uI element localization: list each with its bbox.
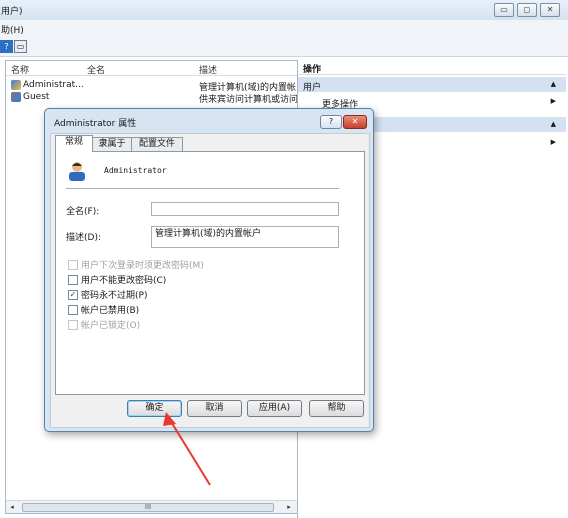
description-label: 描述(D): [66,233,101,243]
actions-section-users[interactable]: 用户 ▲ [298,77,566,93]
ok-button[interactable]: 确定 [127,400,182,417]
tab-member-of[interactable]: 隶属于 [92,137,132,151]
more-actions-item[interactable]: 更多操作 ▶ [298,95,566,110]
checkbox-label: 用户不能更改密码(C) [81,276,167,286]
menu-bar: 助(H) [0,20,568,37]
submenu-arrow-icon: ▶ [550,97,556,105]
maximize-button[interactable]: ◻ [517,3,537,17]
checkbox-box[interactable] [68,259,78,270]
main-title-bar: 用户) ▭ ◻ ✕ [0,0,568,21]
table-row[interactable]: Guest 供来宾访问计算机或访问 [6,91,297,105]
cancel-button[interactable]: 取消 [187,400,242,417]
must-change-password-checkbox[interactable]: 用户下次登录时须更改密码(M) [68,259,204,271]
username-label: Administrator [104,166,167,175]
tab-profile[interactable]: 配置文件 [131,137,183,151]
apply-button[interactable]: 应用(A) [247,400,302,417]
fullname-label: 全名(F): [66,207,100,217]
collapse-icon[interactable]: ▲ [551,80,556,88]
list-column-header: 名称 全名 描述 [6,61,297,76]
tab-panel-general: Administrator 全名(F): 描述(D): 管理计算机(域)的内置帐… [55,151,365,395]
row-name: Guest [23,92,50,102]
actions-title-label: 操作 [303,65,322,75]
tab-general[interactable]: 常规 [55,135,93,152]
guest-user-icon [11,92,21,102]
properties-dialog: Administrator 属性 ? ✕ 常规 隶属于 配置文件 Adminis… [44,108,374,432]
scroll-right-icon[interactable]: ▸ [283,501,295,513]
row-description: 供来宾访问计算机或访问 [199,95,297,105]
dialog-help-button[interactable]: ? [320,115,342,129]
help-button[interactable]: 帮助 [309,400,364,417]
cannot-change-password-checkbox[interactable]: 用户不能更改密码(C) [68,274,167,286]
column-description[interactable]: 描述 [199,63,217,76]
checkbox-box[interactable] [68,274,78,285]
submenu-arrow-icon: ▶ [550,138,556,146]
checkbox-label: 用户下次登录时须更改密码(M) [81,261,204,271]
checkbox-label: 密码永不过期(P) [81,291,148,301]
scroll-left-icon[interactable]: ◂ [6,501,18,513]
user-avatar-icon [69,162,85,181]
help-icon[interactable]: ? [0,40,13,53]
dialog-title: Administrator 属性 [54,119,137,129]
menu-help[interactable]: 助(H) [1,23,24,36]
scroll-thumb[interactable]: III [22,503,274,512]
checkbox-box[interactable] [68,304,78,315]
table-row[interactable]: Administrat... 管理计算机(域)的内置帐 [6,79,297,93]
collapse-icon[interactable]: ▲ [551,120,556,128]
row-name: Administrat... [23,80,84,90]
horizontal-scrollbar[interactable]: ◂ III ▸ [6,500,297,513]
section-users-label: 用户 [303,83,322,93]
account-disabled-checkbox[interactable]: 帐户已禁用(B) [68,304,140,316]
column-fullname[interactable]: 全名 [87,63,105,76]
actions-title: 操作 [298,60,566,75]
dialog-body: 常规 隶属于 配置文件 Administrator 全名(F): 描述(D): … [50,133,370,428]
fullname-input[interactable] [151,202,339,216]
checkbox-label: 帐户已锁定(O) [81,321,141,331]
checkbox-box[interactable] [68,319,78,330]
account-locked-checkbox[interactable]: 帐户已锁定(O) [68,319,141,331]
check-icon[interactable]: ✓ [68,289,78,300]
window-title: 用户) [1,7,23,17]
password-never-expires-checkbox[interactable]: ✓ 密码永不过期(P) [68,289,148,301]
toolbar: ? ▭ [0,36,568,57]
column-name[interactable]: 名称 [11,63,29,76]
checkbox-label: 帐户已禁用(B) [81,306,140,316]
user-icon [11,80,21,90]
show-pane-icon[interactable]: ▭ [14,40,27,53]
description-input[interactable]: 管理计算机(域)的内置帐户 [151,226,339,248]
dialog-close-button[interactable]: ✕ [343,115,367,129]
minimize-button[interactable]: ▭ [494,3,514,17]
divider [66,188,339,189]
close-window-button[interactable]: ✕ [540,3,560,17]
